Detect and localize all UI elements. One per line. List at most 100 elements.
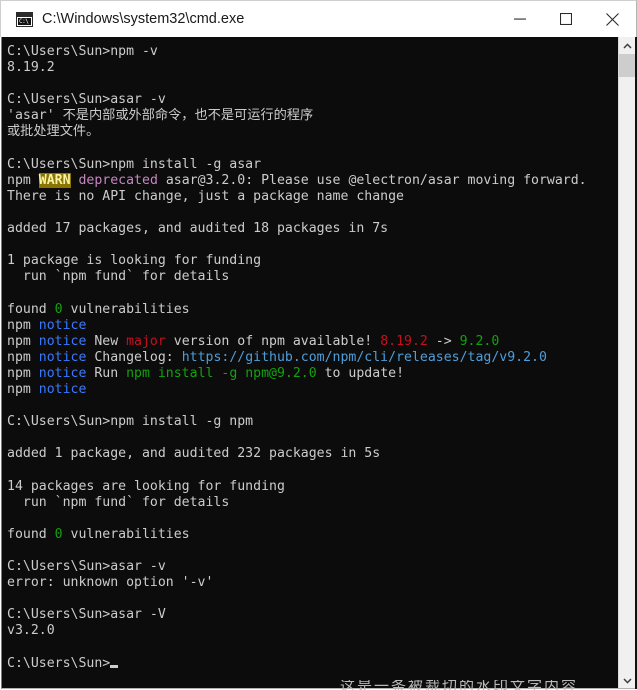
- console-line: npm notice Run npm install -g npm@9.2.0 …: [7, 366, 605, 382]
- console-area[interactable]: C:\Users\Sun>npm -v 8.19.2 C:\Users\Sun>as…: [1, 37, 636, 689]
- minimize-icon: [514, 18, 526, 20]
- console-line: C:\Users\Sun>asar -v: [7, 559, 605, 575]
- console-text-span: WARN: [38, 172, 71, 188]
- console-text-span: C:\Users\Sun>npm install -g asar: [7, 156, 262, 172]
- cmd-icon: C:\: [16, 11, 33, 27]
- console-text-span: npm: [7, 365, 39, 381]
- console-text-span: run `npm fund` for details: [7, 269, 230, 285]
- console-line: 'asar' 不是内部或外部命令，也不是可运行的程序: [7, 108, 605, 124]
- console-line: npm WARN deprecated asar@3.2.0: Please u…: [7, 172, 605, 189]
- minimize-button[interactable]: [497, 2, 543, 36]
- console-text-span: notice: [38, 365, 87, 381]
- console-text-span: notice: [38, 349, 87, 365]
- console-text-span: run `npm fund` for details: [7, 494, 230, 510]
- console-text-span: Changelog:: [86, 349, 182, 365]
- console-text-span: Run: [86, 365, 127, 381]
- console-text-span: deprecated: [78, 172, 158, 188]
- console-cursor: [110, 664, 119, 668]
- console-text-span: 14 packages are looking for funding: [7, 478, 285, 494]
- console-text-span: 0: [54, 526, 63, 542]
- console-text-span: major: [126, 333, 166, 349]
- console-text-span: npm: [7, 172, 39, 188]
- console-text-span: npm: [7, 381, 39, 397]
- console-text-span: added 17 packages, and audited 18 packag…: [7, 221, 389, 237]
- console-text-span: vulnerabilities: [62, 526, 190, 542]
- console-line: C:\Users\Sun>npm install -g asar: [7, 157, 605, 173]
- console-line: C:\Users\Sun>: [7, 656, 605, 672]
- console-line: npm notice: [7, 382, 605, 398]
- console-text-span: C:\Users\Sun>asar -V: [7, 607, 166, 623]
- console-text-span: 0: [54, 301, 63, 317]
- console-text-span: 8.19.2: [7, 60, 55, 76]
- console-text-span: C:\Users\Sun>asar -v: [7, 559, 166, 574]
- console-line: v3.2.0: [7, 623, 605, 639]
- console-text-span: asar@3.2.0: Please use @electron/asar mo…: [157, 172, 587, 188]
- console-text-span: npm: [7, 333, 39, 349]
- console-text-span: New: [86, 333, 127, 349]
- console-line: There is no API change, just a package n…: [7, 189, 605, 205]
- cmd-window: C:\ C:\Windows\system32\cmd.exe C:\Users…: [0, 0, 637, 690]
- console-scrollbar[interactable]: [618, 37, 635, 688]
- console-line: added 17 packages, and audited 18 packag…: [7, 221, 605, 237]
- cmd-icon-glyph: C:\: [19, 17, 29, 25]
- console-text-span: C:\Users\Sun>npm install -g npm: [7, 414, 254, 430]
- console-text-span: C:\Users\Sun>npm -v: [7, 44, 158, 59]
- console-line: added 1 package, and audited 232 package…: [7, 446, 605, 462]
- console-text-span: found: [7, 526, 55, 542]
- console-line: found 0 vulnerabilities: [7, 527, 605, 543]
- console-line: run `npm fund` for details: [7, 495, 605, 511]
- window-title: C:\Windows\system32\cmd.exe: [42, 11, 245, 27]
- maximize-button[interactable]: [543, 2, 589, 36]
- chevron-up-icon: [622, 42, 632, 49]
- console-text-span: 8.19.2: [380, 333, 428, 349]
- window-controls: [497, 2, 635, 36]
- console-line: npm notice New major version of npm avai…: [7, 334, 605, 350]
- console-line: found 0 vulnerabilities: [7, 302, 605, 318]
- console-text-span: notice: [38, 317, 87, 333]
- console-text-span: version of npm available!: [165, 333, 381, 349]
- console-text-span: C:\Users\Sun>asar -v: [7, 92, 166, 108]
- console-text-span: notice: [38, 381, 87, 397]
- console-text-span: notice: [38, 333, 87, 349]
- console-text-span: 9.2.0: [459, 333, 500, 349]
- console-text-span: 'asar' 不是内部或外部命令，也不是可运行的程序: [7, 108, 314, 124]
- console-text-span: to update!: [316, 365, 405, 381]
- console-text-span: error: unknown option '-v': [7, 575, 214, 591]
- scroll-up-button[interactable]: [619, 37, 635, 54]
- console-line: 或批处理文件。: [7, 124, 605, 140]
- close-icon: [605, 12, 619, 26]
- console-line: 14 packages are looking for funding: [7, 479, 605, 495]
- console-line: npm notice Changelog: https://github.com…: [7, 350, 605, 366]
- console-line: C:\Users\Sun>asar -V: [7, 607, 605, 623]
- cmd-icon-titlestrip: [17, 12, 32, 17]
- title-bar[interactable]: C:\ C:\Windows\system32\cmd.exe: [0, 0, 637, 37]
- console-line: C:\Users\Sun>asar -v: [7, 92, 605, 108]
- console-text-span: npm install -g npm@9.2.0: [126, 365, 317, 381]
- chevron-down-icon: [622, 677, 632, 684]
- console-text-span: npm: [7, 349, 39, 365]
- close-button[interactable]: [589, 2, 635, 36]
- console-text-span: npm: [7, 317, 39, 333]
- console-text-span: vulnerabilities: [62, 301, 190, 317]
- console-text-span: ->: [427, 333, 460, 349]
- console-line: C:\Users\Sun>npm install -g npm: [7, 414, 605, 430]
- console-text-span: There is no API change, just a package n…: [7, 188, 404, 204]
- console-line: 1 package is looking for funding: [7, 253, 605, 269]
- console-line: 8.19.2: [7, 60, 605, 76]
- console-line: run `npm fund` for details: [7, 269, 605, 285]
- console-text-span: v3.2.0: [7, 623, 55, 639]
- console-text-surface[interactable]: C:\Users\Sun>npm -v 8.19.2 C:\Users\Sun>as…: [3, 37, 605, 688]
- console-text-span: found: [7, 301, 55, 317]
- console-line: npm notice: [7, 318, 605, 334]
- scroll-thumb[interactable]: [619, 54, 635, 77]
- scroll-down-button[interactable]: [619, 672, 635, 688]
